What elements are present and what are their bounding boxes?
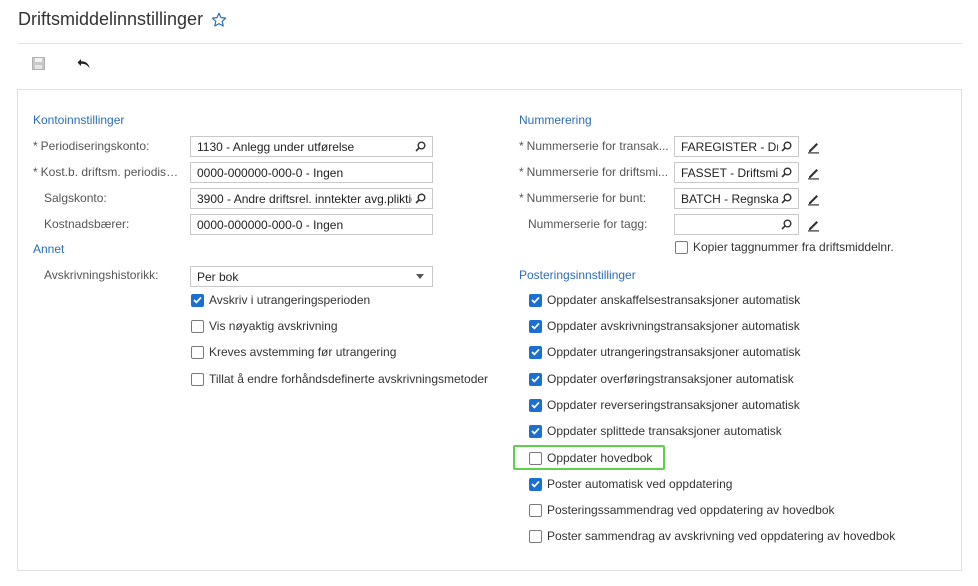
avskrivningshistorikk-value: Per bok bbox=[197, 269, 239, 284]
checkbox-checked-icon bbox=[529, 424, 542, 438]
undo-button[interactable] bbox=[74, 56, 94, 74]
checkbox-unchecked-icon bbox=[191, 319, 204, 333]
nummerserie-bunt-value: BATCH - Regnskapsbu bbox=[681, 191, 778, 206]
kostnadsbaerer-field[interactable]: 0000-000000-000-0 - Ingen bbox=[190, 214, 433, 235]
nummerserie-tagg-field[interactable] bbox=[674, 214, 799, 235]
checkbox-label: Poster automatisk ved oppdatering bbox=[547, 477, 733, 491]
checkbox-unchecked-icon bbox=[529, 503, 542, 517]
checkbox-label: Oppdater anskaffelsestransaksjoner autom… bbox=[547, 293, 801, 307]
periodiseringskonto-value: 1130 - Anlegg under utførelse bbox=[197, 139, 355, 154]
page-title: Driftsmiddelinnstillinger bbox=[18, 9, 204, 29]
kreves-avstemming-checkbox[interactable]: Kreves avstemming før utrangering bbox=[191, 345, 396, 359]
checkbox-label: Poster sammendrag av avskrivning ved opp… bbox=[547, 529, 896, 543]
checkbox-unchecked-icon bbox=[191, 345, 204, 359]
avskriv-utrangeringsperioden-checkbox[interactable]: Avskriv i utrangeringsperioden bbox=[191, 293, 370, 307]
checkbox-label: Oppdater avskrivningstransaksjoner autom… bbox=[547, 319, 800, 333]
vis-noyaktig-avskrivning-checkbox[interactable]: Vis nøyaktig avskrivning bbox=[191, 319, 338, 333]
nummerserie-transaksjon-label: * Nummerserie for transak... bbox=[519, 139, 669, 153]
avskrivningshistorikk-label: Avskrivningshistorikk: bbox=[44, 268, 159, 282]
oppdater-utrangering-checkbox[interactable]: Oppdater utrangeringstransaksjoner autom… bbox=[529, 345, 800, 359]
nummerserie-driftsmiddel-field[interactable]: FASSET - Driftsmiddel bbox=[674, 162, 799, 183]
title-divider bbox=[18, 43, 962, 44]
oppdater-reversering-checkbox[interactable]: Oppdater reverseringstransaksjoner autom… bbox=[529, 398, 800, 412]
checkbox-label: Oppdater reverseringstransaksjoner autom… bbox=[547, 398, 800, 412]
kostnadsbaerer-periodisering-label: * Kost.b. driftsm. periodiser... bbox=[33, 165, 183, 179]
nummerserie-bunt-label: * Nummerserie for bunt: bbox=[519, 191, 647, 205]
tillat-endre-avskrivningsmetoder-checkbox[interactable]: Tillat å endre forhåndsdefinerte avskriv… bbox=[191, 372, 488, 386]
checkbox-label: Tillat å endre forhåndsdefinerte avskriv… bbox=[209, 372, 489, 386]
checkbox-label: Kreves avstemming før utrangering bbox=[209, 345, 397, 359]
kostnadsbaerer-value: 0000-000000-000-0 - Ingen bbox=[197, 217, 344, 232]
pencil-icon[interactable] bbox=[807, 192, 821, 206]
checkbox-checked-icon bbox=[529, 293, 542, 307]
checkbox-label: Posteringssammendrag ved oppdatering av … bbox=[547, 503, 835, 517]
checkbox-label: Oppdater utrangeringstransaksjoner autom… bbox=[547, 345, 801, 359]
section-kontoinnstillinger: Kontoinnstillinger bbox=[33, 113, 125, 127]
pencil-icon[interactable] bbox=[807, 166, 821, 180]
toolbar bbox=[28, 56, 120, 74]
periodiseringskonto-label: * Periodiseringskonto: bbox=[33, 139, 150, 153]
nummerserie-driftsmiddel-value: FASSET - Driftsmiddel bbox=[681, 165, 778, 180]
star-icon[interactable] bbox=[211, 12, 227, 28]
nummerserie-tagg-label: Nummerserie for tagg: bbox=[528, 217, 648, 231]
checkbox-unchecked-icon bbox=[191, 372, 204, 386]
title-row: Driftsmiddelinnstillinger bbox=[18, 9, 227, 30]
oppdater-hovedbok-checkbox[interactable]: Oppdater hovedbok bbox=[529, 451, 652, 465]
kostnadsbaerer-label: Kostnadsbærer: bbox=[44, 217, 130, 231]
search-icon[interactable] bbox=[778, 217, 794, 233]
checkbox-checked-icon bbox=[529, 345, 542, 359]
checkbox-checked-icon bbox=[529, 372, 542, 386]
settings-form: Kontoinnstillinger * Periodiseringskonto:… bbox=[17, 89, 962, 571]
search-icon[interactable] bbox=[778, 165, 794, 181]
nummerserie-driftsmiddel-label: * Nummerserie for driftsmi... bbox=[519, 165, 669, 179]
section-posteringsinnstillinger: Posteringsinnstillinger bbox=[519, 268, 636, 282]
poster-sammendrag-avskrivning-checkbox[interactable]: Poster sammendrag av avskrivning ved opp… bbox=[529, 529, 895, 543]
checkbox-unchecked-icon bbox=[675, 240, 688, 254]
checkbox-checked-icon bbox=[529, 398, 542, 412]
checkbox-checked-icon bbox=[191, 293, 204, 307]
pencil-icon[interactable] bbox=[807, 218, 821, 232]
search-icon[interactable] bbox=[778, 191, 794, 207]
kopier-taggnummer-checkbox[interactable]: Kopier taggnummer fra driftsmiddelnr. bbox=[675, 240, 894, 254]
section-annet: Annet bbox=[33, 242, 65, 256]
kostnadsbaerer-periodisering-value: 0000-000000-000-0 - Ingen bbox=[197, 165, 344, 180]
avskrivningshistorikk-select[interactable]: Per bok bbox=[190, 266, 433, 287]
checkbox-label: Oppdater hovedbok bbox=[547, 451, 653, 465]
save-button[interactable] bbox=[28, 56, 48, 74]
section-nummerering: Nummerering bbox=[519, 113, 592, 127]
nummerserie-bunt-field[interactable]: BATCH - Regnskapsbu bbox=[674, 188, 799, 209]
chevron-down-icon bbox=[412, 269, 428, 285]
oppdater-overforing-checkbox[interactable]: Oppdater overføringstransaksjoner automa… bbox=[529, 372, 794, 386]
checkbox-label: Kopier taggnummer fra driftsmiddelnr. bbox=[693, 240, 894, 254]
oppdater-avskrivning-checkbox[interactable]: Oppdater avskrivningstransaksjoner autom… bbox=[529, 319, 800, 333]
checkbox-label: Oppdater splittede transaksjoner automat… bbox=[547, 424, 782, 438]
salgskonto-label: Salgskonto: bbox=[44, 191, 107, 205]
salgskonto-field[interactable]: 3900 - Andre driftsrel. inntekter avg.pl… bbox=[190, 188, 433, 209]
search-icon[interactable] bbox=[778, 139, 794, 155]
search-icon[interactable] bbox=[412, 191, 428, 207]
kostnadsbaerer-periodisering-field[interactable]: 0000-000000-000-0 - Ingen bbox=[190, 162, 433, 183]
checkbox-checked-icon bbox=[529, 319, 542, 333]
checkbox-label: Oppdater overføringstransaksjoner automa… bbox=[547, 372, 794, 386]
checkbox-label: Vis nøyaktig avskrivning bbox=[209, 319, 338, 333]
salgskonto-value: 3900 - Andre driftsrel. inntekter avg.pl… bbox=[197, 191, 412, 206]
checkbox-unchecked-icon bbox=[529, 451, 542, 465]
checkbox-checked-icon bbox=[529, 477, 542, 491]
search-icon[interactable] bbox=[412, 139, 428, 155]
nummerserie-transaksjon-field[interactable]: FAREGISTER - Driftsm bbox=[674, 136, 799, 157]
undo-icon bbox=[77, 58, 91, 73]
save-icon bbox=[31, 57, 45, 73]
poster-automatisk-checkbox[interactable]: Poster automatisk ved oppdatering bbox=[529, 477, 732, 491]
oppdater-anskaffelse-checkbox[interactable]: Oppdater anskaffelsestransaksjoner autom… bbox=[529, 293, 800, 307]
pencil-icon[interactable] bbox=[807, 140, 821, 154]
checkbox-unchecked-icon bbox=[529, 529, 542, 543]
checkbox-label: Avskriv i utrangeringsperioden bbox=[209, 293, 371, 307]
oppdater-splittede-checkbox[interactable]: Oppdater splittede transaksjoner automat… bbox=[529, 424, 782, 438]
periodiseringskonto-field[interactable]: 1130 - Anlegg under utførelse bbox=[190, 136, 433, 157]
nummerserie-transaksjon-value: FAREGISTER - Driftsm bbox=[681, 139, 778, 154]
posteringssammendrag-checkbox[interactable]: Posteringssammendrag ved oppdatering av … bbox=[529, 503, 835, 517]
